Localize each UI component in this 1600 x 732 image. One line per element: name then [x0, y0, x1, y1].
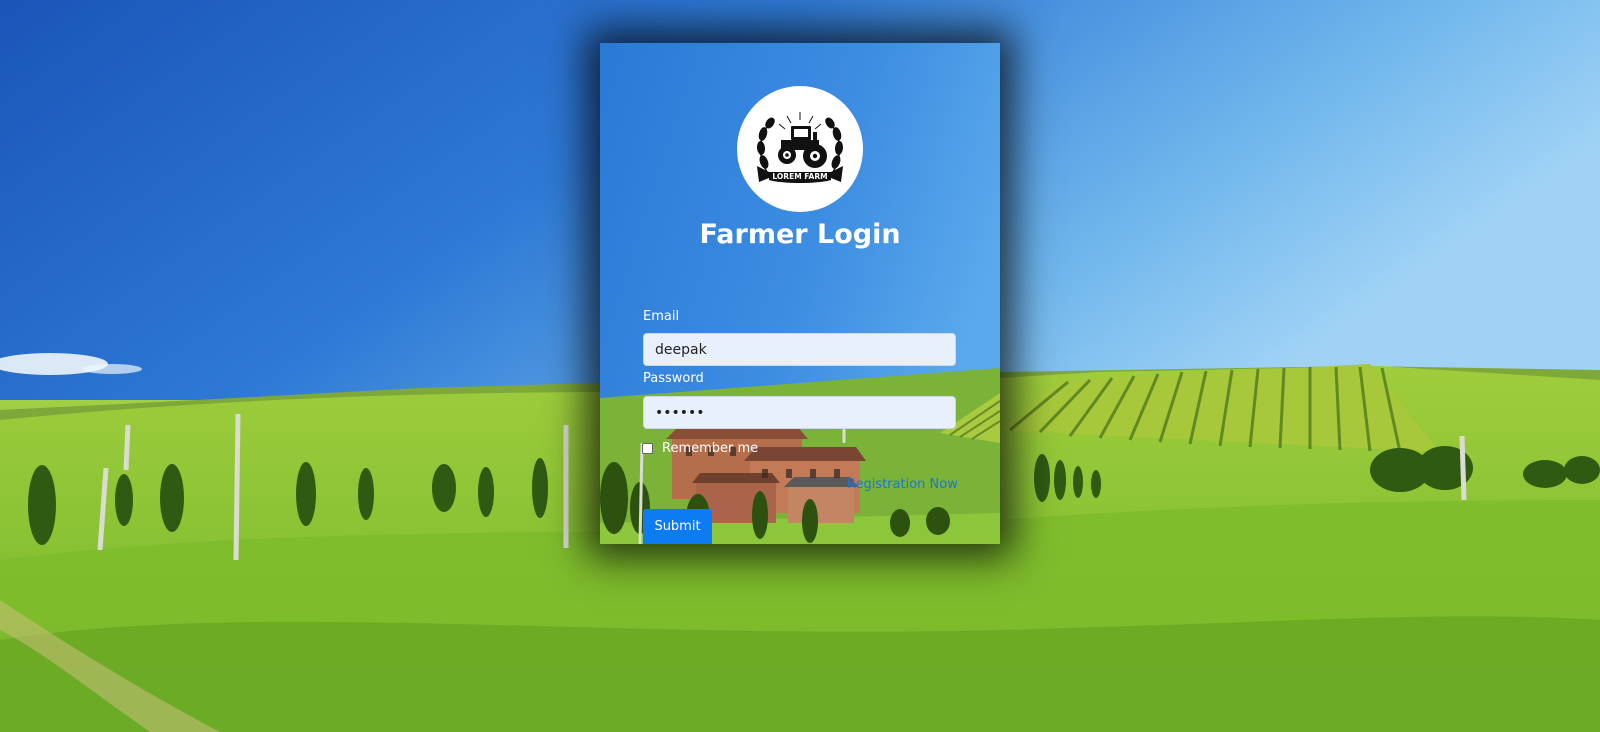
- svg-text:LOREM FARM: LOREM FARM: [772, 172, 827, 181]
- remember-me-row[interactable]: Remember me: [642, 440, 758, 456]
- password-label: Password: [643, 371, 704, 386]
- email-field[interactable]: [643, 333, 956, 366]
- login-card: LOREM FARM Farmer Login Email Password R…: [600, 43, 1000, 544]
- checkbox-icon[interactable]: [642, 442, 653, 454]
- email-label: Email: [643, 309, 680, 324]
- tractor-logo-icon: LOREM FARM: [756, 112, 844, 183]
- remember-me-label[interactable]: Remember me: [662, 441, 758, 456]
- registration-link[interactable]: Registration Now: [847, 477, 958, 492]
- password-field[interactable]: [643, 396, 956, 429]
- submit-button[interactable]: Submit: [643, 509, 712, 544]
- page-title: Farmer Login: [699, 219, 901, 250]
- farm-logo: LOREM FARM: [737, 86, 863, 212]
